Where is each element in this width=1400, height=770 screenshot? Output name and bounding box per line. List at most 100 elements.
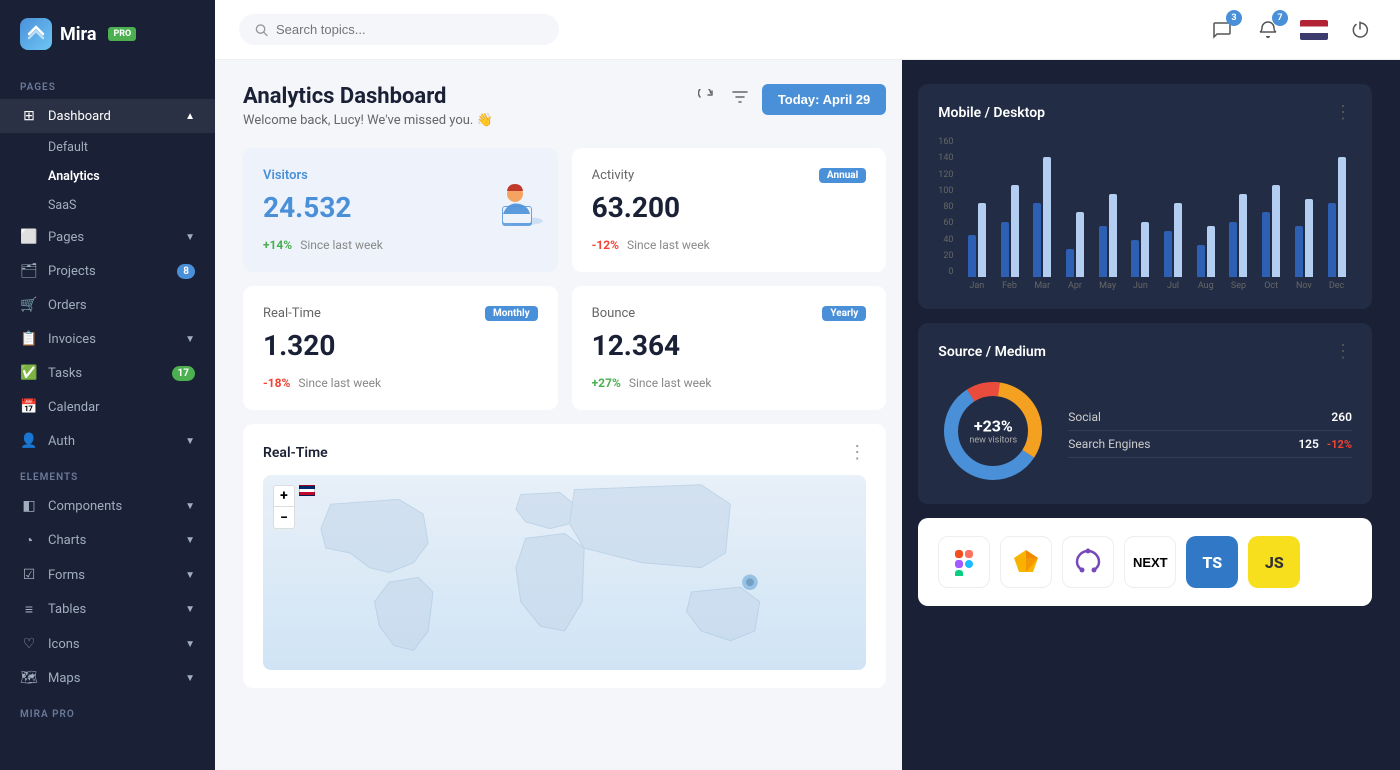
sidebar-sub-default[interactable]: Default <box>0 133 215 162</box>
auth-icon: 👤 <box>20 433 38 449</box>
mira-pro-section-label: MIRA PRO <box>0 695 215 726</box>
sidebar-item-pages[interactable]: ⬜ Pages ▼ <box>0 220 215 254</box>
source-medium-card: Source / Medium ⋮ <box>918 323 1372 504</box>
sidebar-item-dashboard[interactable]: ⊞ Dashboard ▲ <box>0 99 215 133</box>
header-actions: Today: April 29 <box>694 84 886 115</box>
sidebar-sub-saas[interactable]: SaaS <box>0 191 215 220</box>
mobile-desktop-card: Mobile / Desktop ⋮ 160 140 120 100 80 60… <box>918 84 1372 309</box>
sidebar-item-components[interactable]: ◧ Components ▼ <box>0 489 215 523</box>
bounce-since: Since last week <box>629 376 712 390</box>
realtime-map-menu[interactable]: ⋮ <box>848 442 866 463</box>
forms-arrow: ▼ <box>185 570 195 581</box>
sidebar-label-calendar: Calendar <box>48 400 100 415</box>
activity-change: -12% <box>592 238 619 252</box>
sidebar-item-icons[interactable]: ♡ Icons ▼ <box>0 627 215 661</box>
source-item-social: Social 260 <box>1068 404 1352 431</box>
bar-chart-container: 160 140 120 100 80 60 40 20 0 <box>938 137 1352 291</box>
refresh-icon <box>698 89 714 105</box>
realtime-badge: Monthly <box>485 306 538 321</box>
source-medium-content: +23% new visitors Social 260 Search Engi… <box>938 376 1352 486</box>
bar-mobile-apr <box>1066 249 1074 277</box>
source-name-social: Social <box>1068 410 1101 424</box>
source-medium-menu[interactable]: ⋮ <box>1334 341 1352 362</box>
bar-mobile-dec <box>1328 203 1336 277</box>
sidebar-item-orders[interactable]: 🛒 Orders <box>0 288 215 322</box>
power-button[interactable] <box>1344 14 1376 46</box>
activity-since: Since last week <box>627 238 710 252</box>
realtime-label: Real-Time <box>263 306 321 321</box>
bar-desktop-dec <box>1338 157 1346 277</box>
flag-icon <box>1300 20 1328 40</box>
map-controls: + − <box>273 485 295 529</box>
search-box[interactable] <box>239 14 559 45</box>
donut-label: new visitors <box>969 436 1017 446</box>
invoices-icon: 📋 <box>20 331 38 347</box>
page-header: Analytics Dashboard Welcome back, Lucy! … <box>243 84 886 128</box>
pro-badge: PRO <box>108 27 136 41</box>
bar-labels: JanFebMarAprMayJunJulAugSepOctNovDec <box>961 281 1352 291</box>
tables-arrow: ▼ <box>185 604 195 615</box>
bar-mobile-jan <box>968 235 976 277</box>
charts-arrow: ▼ <box>185 535 195 546</box>
sidebar-item-tasks[interactable]: ✅ Tasks 17 <box>0 356 215 390</box>
calendar-icon: 📅 <box>20 399 38 415</box>
refresh-button[interactable] <box>694 85 718 114</box>
bar-group-oct <box>1256 147 1287 277</box>
tasks-badge: 17 <box>172 366 195 381</box>
map-zoom-in[interactable]: + <box>273 485 295 507</box>
auth-arrow: ▼ <box>185 436 195 447</box>
logo-name: Mira <box>60 24 96 45</box>
today-button[interactable]: Today: April 29 <box>762 84 886 115</box>
sidebar-label-components: Components <box>48 499 122 514</box>
sidebar-label-icons: Icons <box>48 637 80 652</box>
tech-logos-card: NEXT TS JS <box>918 518 1372 606</box>
bar-mobile-may <box>1099 226 1107 277</box>
elements-section-label: ELEMENTS <box>0 458 215 489</box>
sidebar-item-charts[interactable]: ◔ Charts ▼ <box>0 523 215 558</box>
sidebar-logo[interactable]: Mira PRO <box>0 0 215 68</box>
donut-percent: +23% <box>969 417 1017 436</box>
sidebar-sub-analytics[interactable]: Analytics <box>0 162 215 191</box>
pages-section-label: PAGES <box>0 68 215 99</box>
bar-group-dec <box>1321 147 1352 277</box>
orders-icon: 🛒 <box>20 297 38 313</box>
bar-desktop-jan <box>978 203 986 277</box>
sidebar-item-tables[interactable]: ≡ Tables ▼ <box>0 592 215 627</box>
topnav: 3 7 <box>215 0 1400 60</box>
bar-desktop-sep <box>1239 194 1247 277</box>
bar-desktop-nov <box>1305 199 1313 277</box>
tables-icon: ≡ <box>20 601 38 618</box>
sidebar-item-auth[interactable]: 👤 Auth ▼ <box>0 424 215 458</box>
sidebar-item-maps[interactable]: 🗺 Maps ▼ <box>0 661 215 695</box>
typescript-logo: TS <box>1186 536 1238 588</box>
search-input[interactable] <box>276 22 543 37</box>
sidebar-label-tasks: Tasks <box>48 366 82 381</box>
filter-button[interactable] <box>728 85 752 114</box>
sketch-logo <box>1000 536 1052 588</box>
bars-container <box>961 137 1352 277</box>
sidebar-item-projects[interactable]: 🗂 Projects 8 <box>0 254 215 288</box>
bounce-badge: Yearly <box>822 306 866 321</box>
mobile-desktop-menu[interactable]: ⋮ <box>1334 102 1352 123</box>
realtime-value: 1.320 <box>263 329 538 362</box>
bar-desktop-feb <box>1011 185 1019 277</box>
bar-group-nov <box>1289 147 1320 277</box>
bar-mobile-jun <box>1131 240 1139 277</box>
visitors-since: Since last week <box>300 238 383 252</box>
alerts-button[interactable]: 7 <box>1252 14 1284 46</box>
sidebar-item-forms[interactable]: ☑ Forms ▼ <box>0 558 215 592</box>
sidebar-item-invoices[interactable]: 📋 Invoices ▼ <box>0 322 215 356</box>
nextjs-logo: NEXT <box>1124 536 1176 588</box>
realtime-map-title: Real-Time <box>263 445 328 461</box>
sidebar-item-calendar[interactable]: 📅 Calendar <box>0 390 215 424</box>
bar-group-apr <box>1060 147 1091 277</box>
javascript-logo: JS <box>1248 536 1300 588</box>
map-zoom-out[interactable]: − <box>273 507 295 529</box>
bar-group-aug <box>1190 147 1221 277</box>
components-arrow: ▼ <box>185 501 195 512</box>
page-subtitle: Welcome back, Lucy! We've missed you. 👋 <box>243 113 493 128</box>
language-selector[interactable] <box>1298 14 1330 46</box>
source-change-search: -12% <box>1327 438 1352 451</box>
notifications-button[interactable]: 3 <box>1206 14 1238 46</box>
pages-arrow: ▼ <box>185 232 195 243</box>
